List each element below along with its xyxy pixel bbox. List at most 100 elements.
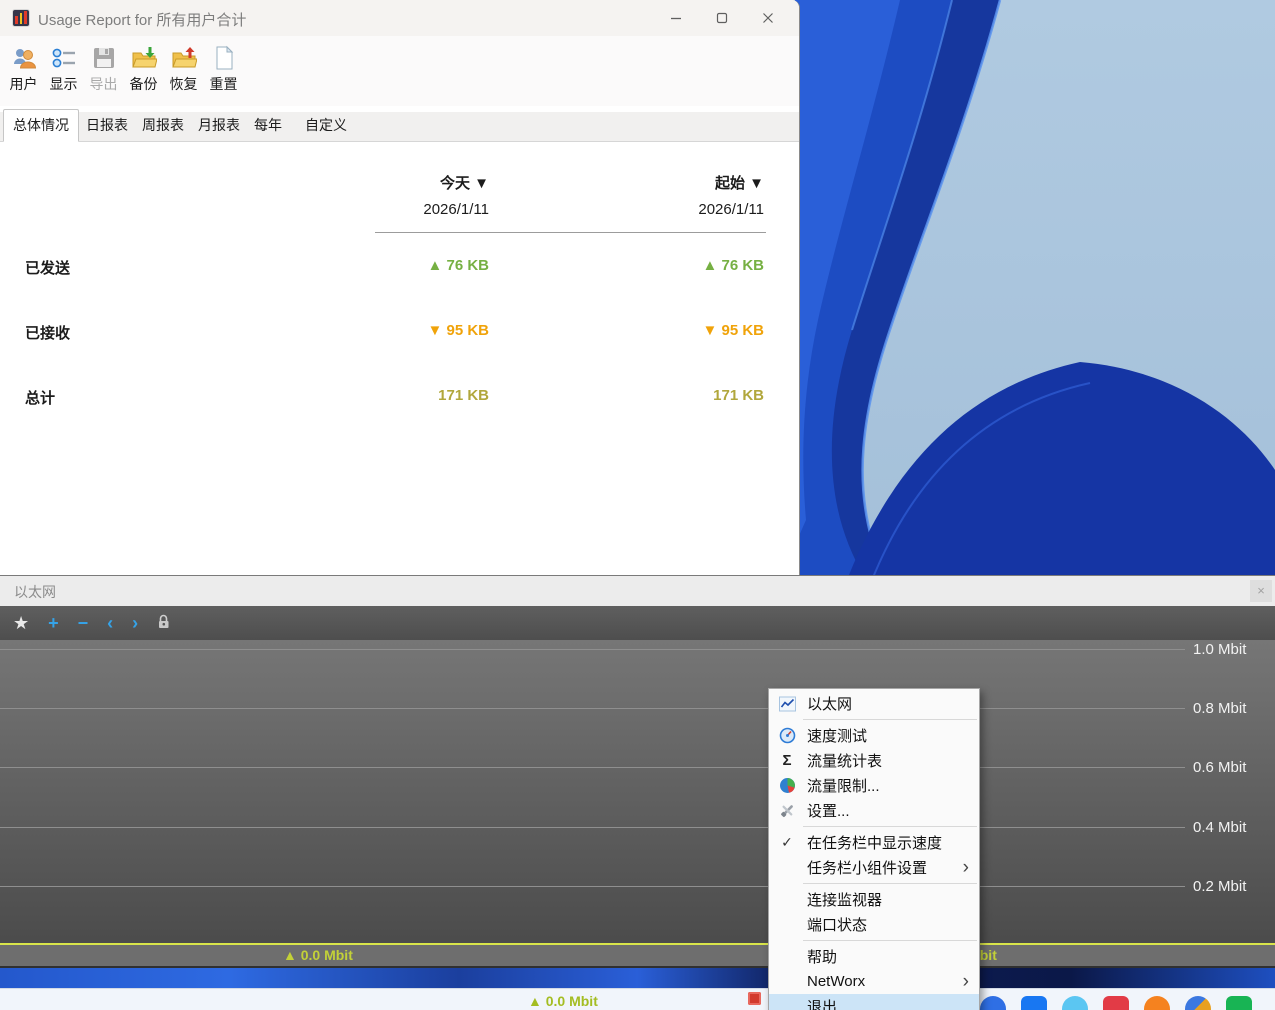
export-button[interactable]: 导出 bbox=[84, 40, 123, 106]
backup-folder-icon bbox=[131, 45, 157, 71]
taskbar: ▲ 0.0 Mbit bbox=[0, 988, 1275, 1010]
toolbar-label: 备份 bbox=[130, 74, 158, 94]
tools-icon bbox=[777, 802, 797, 820]
star-button[interactable]: ★ bbox=[10, 612, 32, 634]
taskbar-app-icon-orange[interactable] bbox=[1144, 996, 1170, 1010]
networx-report-app-icon bbox=[12, 9, 30, 27]
speedometer-icon bbox=[777, 727, 797, 745]
zoom-in-button[interactable]: + bbox=[45, 612, 62, 634]
display-options-button[interactable]: 显示 bbox=[44, 40, 83, 106]
menu-item-taskbar-widget-settings[interactable]: 任务栏小组件设置 › bbox=[769, 855, 979, 880]
tab-overview[interactable]: 总体情况 bbox=[3, 109, 79, 142]
axis-tick-label: 0.4 Mbit bbox=[1193, 819, 1273, 836]
menu-item-label: 以太网 bbox=[807, 693, 852, 714]
pie-chart-icon bbox=[777, 777, 797, 795]
column-header-since[interactable]: 起始 ▼ bbox=[594, 172, 764, 193]
graph-bottom-band: ▲ 0.0 Mbit ▲ 0.0 Mbit bbox=[0, 945, 1275, 966]
close-button[interactable] bbox=[745, 0, 791, 36]
close-icon bbox=[762, 12, 774, 24]
export-floppy-icon bbox=[91, 45, 117, 71]
menu-item-label: 流量统计表 bbox=[807, 750, 882, 771]
window-controls bbox=[653, 0, 791, 36]
toolbar-label: 导出 bbox=[90, 74, 118, 94]
zoom-out-button[interactable]: − bbox=[75, 612, 92, 634]
gridline bbox=[0, 886, 1185, 887]
menu-item-help[interactable]: 帮助 bbox=[769, 944, 979, 969]
gridline bbox=[0, 649, 1185, 650]
desktop: Usage Report for 所有用户合计 用户 bbox=[0, 0, 1275, 1010]
usage-toolbar: 用户 显示 导出 bbox=[0, 36, 799, 106]
menu-item-icon-empty bbox=[777, 998, 797, 1010]
menu-item-icon-empty bbox=[777, 916, 797, 934]
tab-custom[interactable]: 自定义 bbox=[298, 110, 354, 141]
maximize-icon bbox=[716, 12, 728, 24]
column-date-today: 2026/1/11 bbox=[319, 201, 489, 218]
toolbar-label: 重置 bbox=[210, 74, 238, 94]
tab-weekly[interactable]: 周报表 bbox=[135, 110, 191, 141]
axis-tick-label: 0.8 Mbit bbox=[1193, 700, 1273, 717]
backup-button[interactable]: 备份 bbox=[124, 40, 163, 106]
row-label-received: 已接收 bbox=[25, 322, 70, 343]
users-icon bbox=[11, 45, 37, 71]
taskbar-app-icon-red[interactable] bbox=[1103, 996, 1129, 1010]
menu-separator bbox=[803, 826, 977, 827]
menu-item-networx[interactable]: NetWorx › bbox=[769, 969, 979, 994]
total-since-value: 171 KB bbox=[594, 387, 764, 404]
menu-item-label: 连接监视器 bbox=[807, 889, 882, 910]
menu-item-exit[interactable]: 退出 bbox=[769, 994, 979, 1010]
menu-item-label: 在任务栏中显示速度 bbox=[807, 832, 942, 853]
taskbar-app-icon-green[interactable] bbox=[1226, 996, 1252, 1010]
menu-item-label: 速度测试 bbox=[807, 725, 867, 746]
usage-window-titlebar[interactable]: Usage Report for 所有用户合计 bbox=[0, 0, 799, 36]
gridline bbox=[0, 767, 1185, 768]
menu-item-port-status[interactable]: 端口状态 bbox=[769, 912, 979, 937]
menu-item-speed-test[interactable]: 速度测试 bbox=[769, 723, 979, 748]
taskbar-networx-speed[interactable]: ▲ 0.0 Mbit bbox=[528, 993, 598, 1009]
traffic-graph-plot: 1.0 Mbit 0.8 Mbit 0.6 Mbit 0.4 Mbit 0.2 … bbox=[0, 640, 1275, 966]
menu-item-label: 设置... bbox=[807, 800, 850, 821]
tab-yearly[interactable]: 每年 bbox=[247, 110, 289, 141]
menu-item-label: 退出 bbox=[807, 996, 837, 1010]
minimize-button[interactable] bbox=[653, 0, 699, 36]
window-title: Usage Report for 所有用户合计 bbox=[38, 9, 246, 30]
menu-item-show-speed-in-taskbar[interactable]: ✓ 在任务栏中显示速度 bbox=[769, 830, 979, 855]
usage-report-window: Usage Report for 所有用户合计 用户 bbox=[0, 0, 800, 575]
axis-tick-label: 1.0 Mbit bbox=[1193, 641, 1273, 658]
previous-button[interactable]: ‹ bbox=[104, 612, 116, 634]
users-button[interactable]: 用户 bbox=[4, 40, 43, 106]
lock-button[interactable] bbox=[154, 612, 173, 634]
restore-button[interactable]: 恢复 bbox=[164, 40, 203, 106]
taskbar-app-icon-multicolor[interactable] bbox=[1185, 996, 1211, 1010]
menu-item-usage-report[interactable]: Σ 流量统计表 bbox=[769, 748, 979, 773]
menu-item-connection-monitor[interactable]: 连接监视器 bbox=[769, 887, 979, 912]
minimize-icon bbox=[670, 12, 682, 24]
graph-close-button[interactable]: × bbox=[1250, 580, 1272, 602]
menu-item-label: NetWorx bbox=[807, 973, 865, 990]
reset-document-icon bbox=[211, 45, 237, 71]
upload-speed-label: ▲ 0.0 Mbit bbox=[283, 947, 353, 963]
received-today-value: ▼ 95 KB bbox=[319, 322, 489, 339]
header-divider bbox=[375, 232, 766, 233]
next-button[interactable]: › bbox=[129, 612, 141, 634]
axis-tick-label: 0.2 Mbit bbox=[1193, 878, 1273, 895]
sent-today-value: ▲ 76 KB bbox=[319, 257, 489, 274]
reset-button[interactable]: 重置 bbox=[204, 40, 243, 106]
row-label-total: 总计 bbox=[25, 387, 55, 408]
graph-title: 以太网 bbox=[14, 582, 56, 602]
column-header-today[interactable]: 今天 ▼ bbox=[319, 172, 489, 193]
taskbar-app-icon-blue-circle[interactable] bbox=[980, 996, 1006, 1010]
tab-daily[interactable]: 日报表 bbox=[79, 110, 135, 141]
graph-titlebar[interactable]: 以太网 × bbox=[0, 576, 1275, 606]
menu-item-settings[interactable]: 设置... bbox=[769, 798, 979, 823]
menu-separator bbox=[803, 940, 977, 941]
tray-icon-red[interactable] bbox=[748, 992, 761, 1005]
menu-item-ethernet[interactable]: 以太网 bbox=[769, 691, 979, 716]
menu-item-quota[interactable]: 流量限制... bbox=[769, 773, 979, 798]
maximize-button[interactable] bbox=[699, 0, 745, 36]
taskbar-app-icon-blue-square[interactable] bbox=[1021, 996, 1047, 1010]
sent-since-value: ▲ 76 KB bbox=[594, 257, 764, 274]
toolbar-label: 显示 bbox=[50, 74, 78, 94]
taskbar-app-icon-lightblue[interactable] bbox=[1062, 996, 1088, 1010]
menu-separator bbox=[803, 719, 977, 720]
tab-monthly[interactable]: 月报表 bbox=[191, 110, 247, 141]
